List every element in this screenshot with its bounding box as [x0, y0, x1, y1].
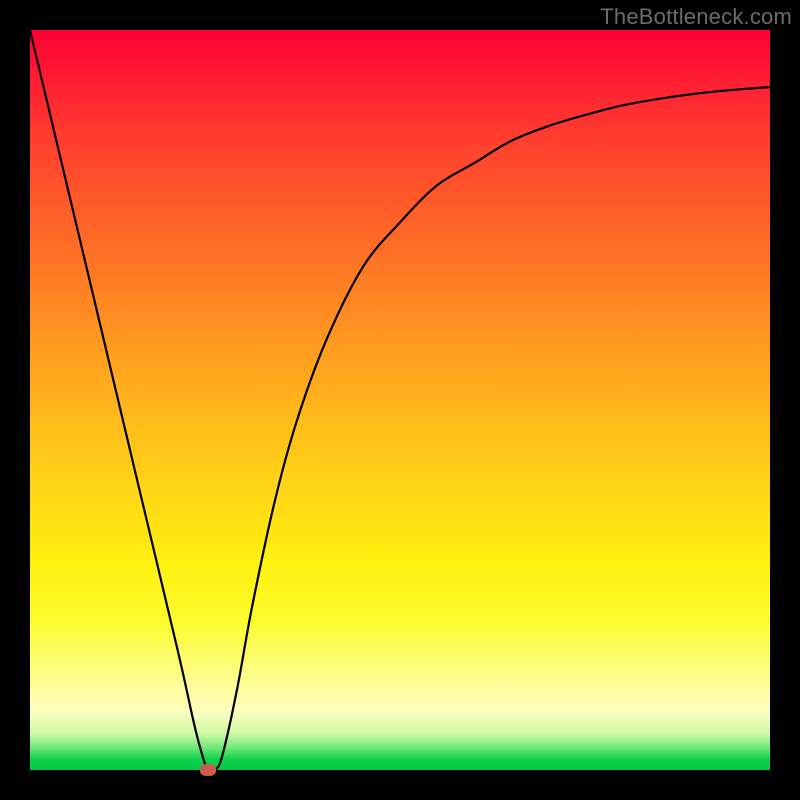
- curve-svg: [30, 30, 770, 770]
- chart-frame: TheBottleneck.com: [0, 0, 800, 800]
- plot-area: [30, 30, 770, 770]
- optimal-marker: [200, 764, 216, 776]
- bottleneck-curve: [30, 30, 770, 770]
- watermark-text: TheBottleneck.com: [600, 4, 792, 30]
